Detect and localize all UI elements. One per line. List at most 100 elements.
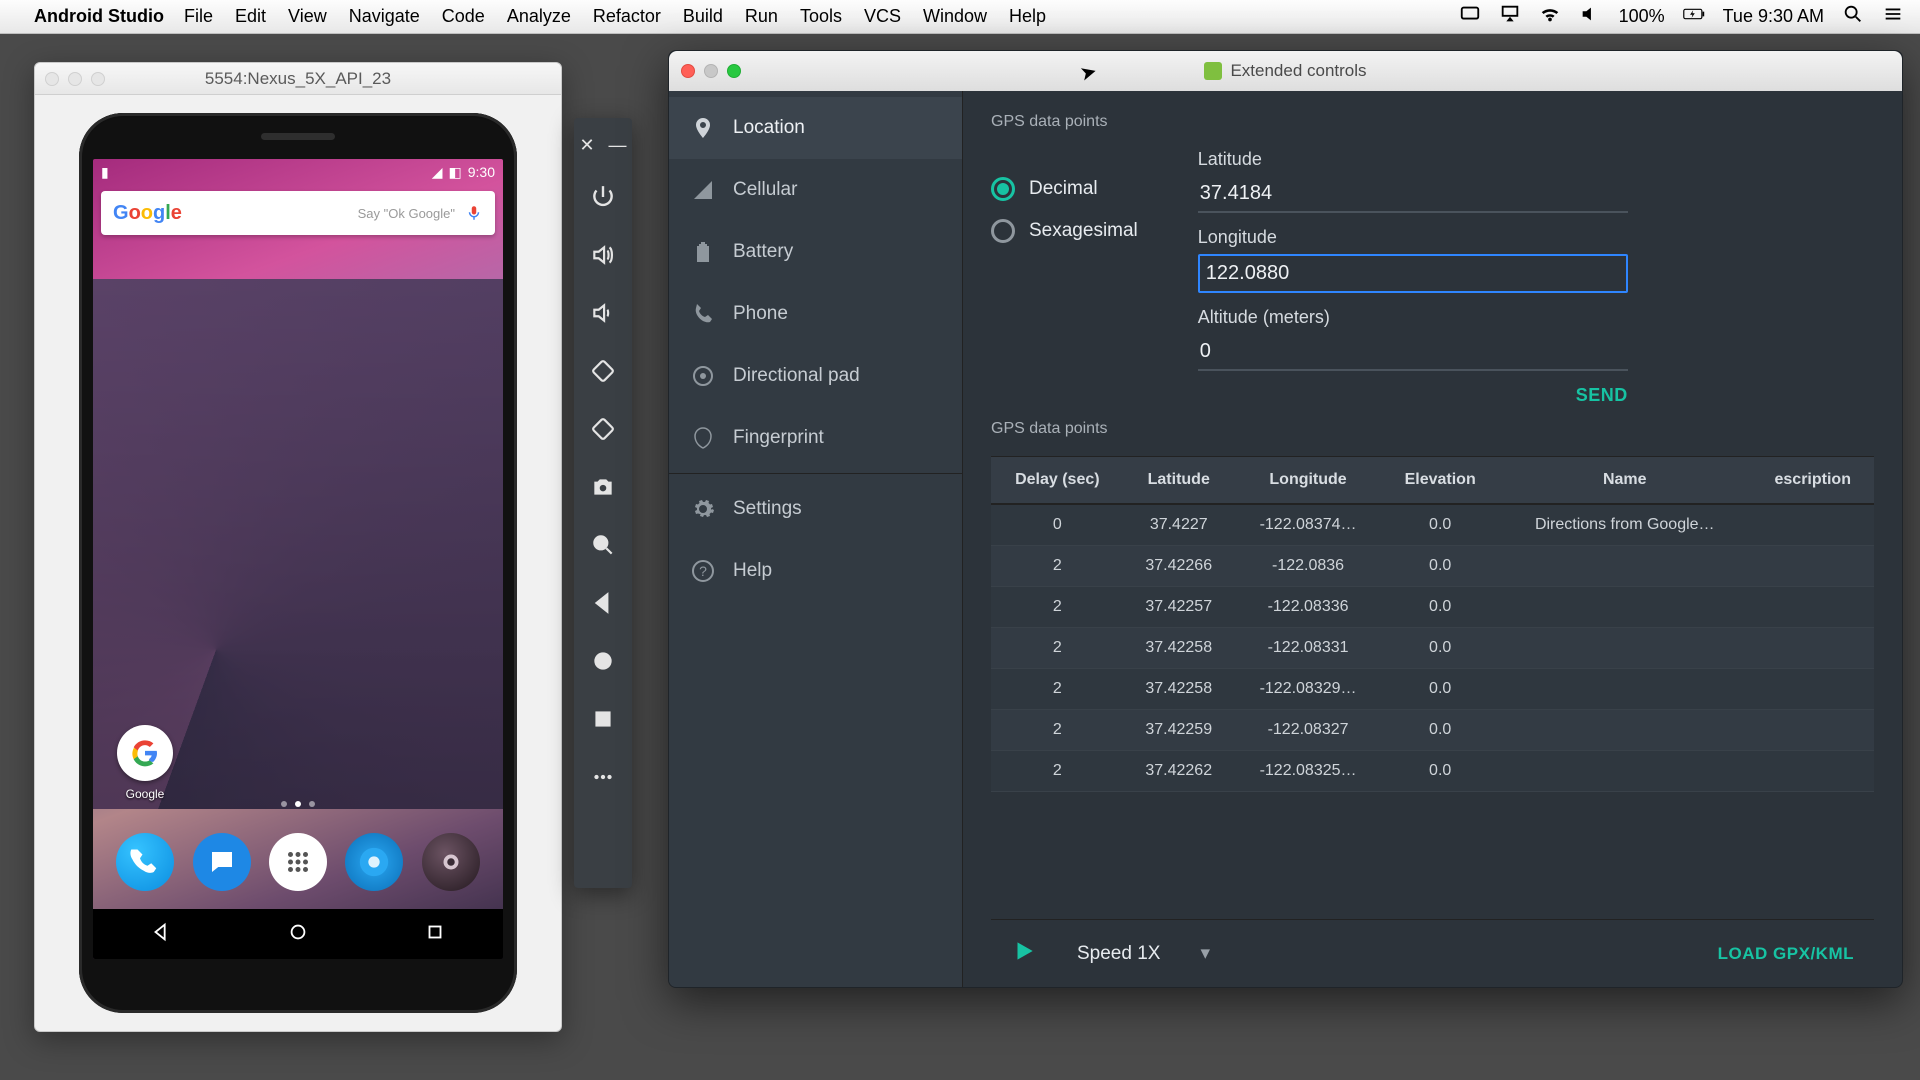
menu-window[interactable]: Window <box>923 6 987 27</box>
extended-controls-titlebar[interactable]: Extended controls <box>669 51 1902 91</box>
screenshot-button[interactable] <box>574 460 632 514</box>
table-cell: 37.42262 <box>1124 751 1234 792</box>
col-latitude[interactable]: Latitude <box>1124 457 1234 505</box>
sidenav-battery[interactable]: Battery <box>669 221 962 283</box>
table-cell: -122.0836 <box>1234 546 1383 587</box>
battery-icon <box>1683 3 1705 30</box>
table-cell <box>1751 546 1874 587</box>
spotlight-icon[interactable] <box>1842 3 1864 30</box>
radio-sexagesimal[interactable]: Sexagesimal <box>991 219 1138 243</box>
messenger-icon[interactable] <box>193 833 251 891</box>
col-name[interactable]: Name <box>1498 457 1751 505</box>
menu-refactor[interactable]: Refactor <box>593 6 661 27</box>
table-cell: 2 <box>991 628 1124 669</box>
table-cell <box>1498 751 1751 792</box>
load-gpx-button[interactable]: LOAD GPX/KML <box>1718 944 1854 964</box>
radio-decimal[interactable]: Decimal <box>991 177 1138 201</box>
speed-select[interactable]: Speed 1X ▾ <box>1077 942 1210 965</box>
menu-help[interactable]: Help <box>1009 6 1046 27</box>
zoom-button[interactable] <box>574 518 632 572</box>
sidenav-phone[interactable]: Phone <box>669 283 962 345</box>
status-clock: 9:30 <box>468 164 495 180</box>
emulator-toolbar: ✕ — <box>574 118 632 888</box>
latitude-label: Latitude <box>1198 149 1628 170</box>
sidenav-label: Settings <box>733 498 802 520</box>
table-row[interactable]: 237.42266-122.08360.0 <box>991 546 1874 587</box>
col-description[interactable]: escription <box>1751 457 1874 505</box>
emulator-titlebar[interactable]: 5554:Nexus_5X_API_23 <box>35 63 561 95</box>
sidenav-location[interactable]: Location <box>669 97 962 159</box>
table-row[interactable]: 037.4227-122.08374…0.0Directions from Go… <box>991 504 1874 546</box>
overview-button[interactable] <box>574 692 632 746</box>
home-button[interactable] <box>574 634 632 688</box>
nav-back-icon[interactable] <box>150 921 172 948</box>
longitude-label: Longitude <box>1198 227 1628 248</box>
emulator-title: 5554:Nexus_5X_API_23 <box>35 69 561 89</box>
toolbar-close-icon[interactable]: ✕ <box>579 136 594 154</box>
send-button[interactable]: SEND <box>1576 385 1628 406</box>
menu-edit[interactable]: Edit <box>235 6 266 27</box>
sidenav-cellular[interactable]: Cellular <box>669 159 962 221</box>
google-search-bar[interactable]: Google Say "Ok Google" <box>101 191 495 235</box>
rotate-right-button[interactable] <box>574 402 632 456</box>
phone-speaker <box>261 133 335 140</box>
volume-down-button[interactable] <box>574 286 632 340</box>
play-button[interactable] <box>1011 938 1037 969</box>
volume-up-button[interactable] <box>574 228 632 282</box>
camera-icon[interactable] <box>422 833 480 891</box>
app-menu[interactable]: Android Studio <box>34 6 164 27</box>
latitude-input[interactable] <box>1198 176 1628 213</box>
table-cell: -122.08325… <box>1234 751 1383 792</box>
google-app-icon[interactable] <box>117 725 173 781</box>
power-button[interactable] <box>574 170 632 224</box>
nav-home-icon[interactable] <box>287 921 309 948</box>
menu-navigate[interactable]: Navigate <box>349 6 420 27</box>
sidenav-label: Fingerprint <box>733 427 824 449</box>
sidenav-dpad[interactable]: Directional pad <box>669 345 962 407</box>
menu-build[interactable]: Build <box>683 6 723 27</box>
browser-icon[interactable] <box>345 833 403 891</box>
phone-bezel: ▮ ◢ ◧ 9:30 Google Say "Ok Google" Google <box>79 113 517 1013</box>
airplay-icon[interactable] <box>1499 3 1521 30</box>
col-delay[interactable]: Delay (sec) <box>991 457 1124 505</box>
rotate-left-button[interactable] <box>574 344 632 398</box>
table-cell: 0.0 <box>1382 587 1498 628</box>
table-row[interactable]: 237.42262-122.08325…0.0 <box>991 751 1874 792</box>
longitude-input[interactable] <box>1198 254 1628 293</box>
toolbar-minimize-icon[interactable]: — <box>609 136 627 154</box>
nav-recents-icon[interactable] <box>424 921 446 948</box>
menu-view[interactable]: View <box>288 6 327 27</box>
radio-label: Sexagesimal <box>1029 220 1138 242</box>
phone-screen[interactable]: ▮ ◢ ◧ 9:30 Google Say "Ok Google" Google <box>93 159 503 959</box>
wifi-icon[interactable] <box>1539 3 1561 30</box>
menu-vcs[interactable]: VCS <box>864 6 901 27</box>
back-button[interactable] <box>574 576 632 630</box>
sidenav-label: Phone <box>733 303 788 325</box>
sidenav-settings[interactable]: Settings <box>669 478 962 540</box>
cast-icon[interactable] <box>1459 3 1481 30</box>
menu-analyze[interactable]: Analyze <box>507 6 571 27</box>
col-elevation[interactable]: Elevation <box>1382 457 1498 505</box>
table-cell: 37.42258 <box>1124 628 1234 669</box>
menu-run[interactable]: Run <box>745 6 778 27</box>
sidenav-help[interactable]: ?Help <box>669 540 962 602</box>
table-row[interactable]: 237.42259-122.083270.0 <box>991 710 1874 751</box>
mic-icon[interactable] <box>465 204 483 222</box>
menu-extras-icon[interactable] <box>1882 3 1904 30</box>
more-button[interactable] <box>574 750 632 804</box>
col-longitude[interactable]: Longitude <box>1234 457 1383 505</box>
altitude-input[interactable] <box>1198 334 1628 371</box>
menu-file[interactable]: File <box>184 6 213 27</box>
sidenav-fingerprint[interactable]: Fingerprint <box>669 407 962 469</box>
table-row[interactable]: 237.42257-122.083360.0 <box>991 587 1874 628</box>
table-row[interactable]: 237.42258-122.08329…0.0 <box>991 669 1874 710</box>
table-cell: 0.0 <box>1382 751 1498 792</box>
table-cell <box>1751 751 1874 792</box>
menu-code[interactable]: Code <box>442 6 485 27</box>
app-drawer-icon[interactable] <box>269 833 327 891</box>
volume-icon[interactable] <box>1579 3 1601 30</box>
menubar-clock[interactable]: Tue 9:30 AM <box>1723 6 1824 27</box>
menu-tools[interactable]: Tools <box>800 6 842 27</box>
dialer-icon[interactable] <box>116 833 174 891</box>
table-row[interactable]: 237.42258-122.083310.0 <box>991 628 1874 669</box>
